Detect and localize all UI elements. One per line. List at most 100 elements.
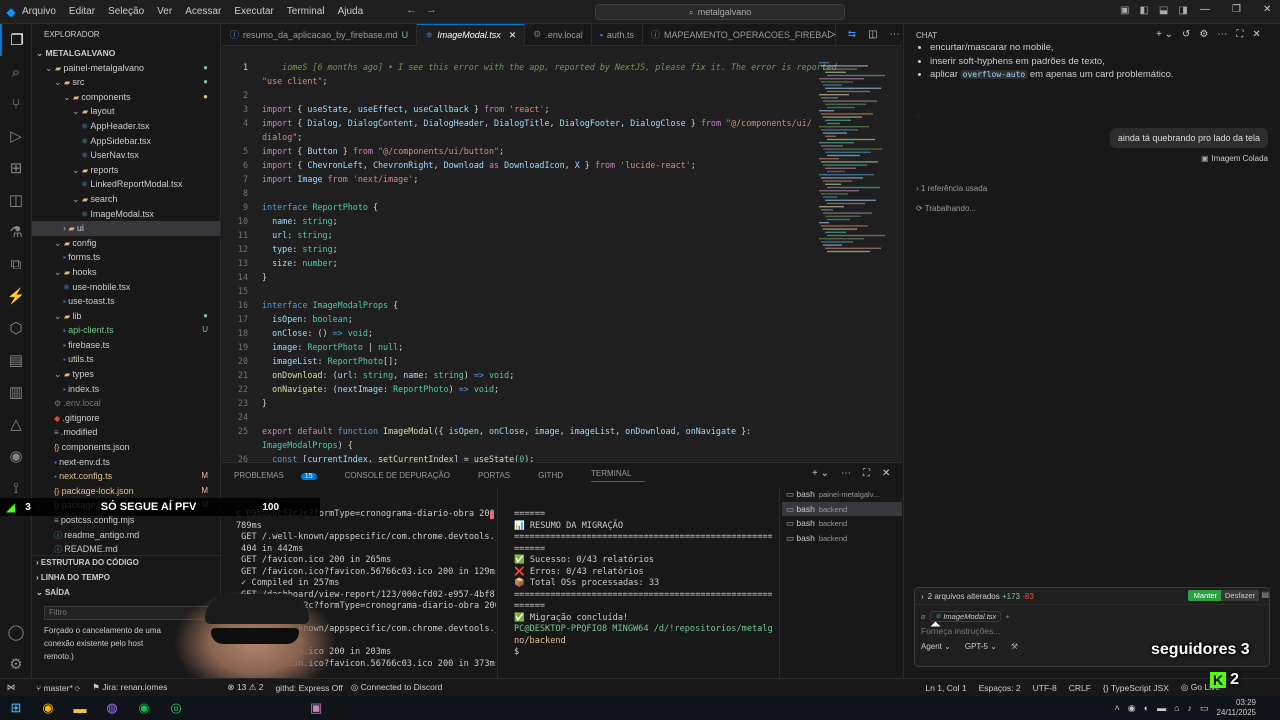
new-chat-icon[interactable]: + ⌄ xyxy=(1156,29,1173,40)
maximize-panel-icon[interactable]: ⛶ xyxy=(863,468,870,479)
workspace-root[interactable]: ⌄ METALGALVANO xyxy=(32,46,220,61)
language-mode[interactable]: {} TypeScript JSX xyxy=(1103,683,1169,693)
changed-files-bar[interactable]: › 2 arquivos alterados +173 -83 Manter De… xyxy=(915,588,1269,605)
file-item[interactable]: ⚛ use-mobile.tsx xyxy=(32,280,220,295)
branch-indicator[interactable]: ⑂ master* ⟳ xyxy=(36,683,80,693)
extensions-icon[interactable]: ⊞ xyxy=(0,152,32,184)
folder-item[interactable]: ⌄ ▰ lib ● xyxy=(32,309,220,324)
lightning-icon[interactable]: ⚡ xyxy=(0,280,32,312)
menu-item[interactable]: Acessar xyxy=(185,6,221,17)
cursor-position[interactable]: Ln 1, Col 1 xyxy=(925,683,966,693)
run-icon[interactable]: ▷ xyxy=(828,29,836,40)
panel-toggle-icon[interactable]: ⬓ xyxy=(1159,5,1168,16)
gear-icon[interactable]: ⚙ xyxy=(0,648,32,680)
folder-item[interactable]: ⌄ ▰ painel-metalgalvano ● xyxy=(32,61,220,76)
maximize-icon[interactable]: ⛶ xyxy=(1236,29,1243,40)
maximize-icon[interactable]: ❐ xyxy=(1232,4,1241,15)
references-toggle[interactable]: › 1 referência usada xyxy=(916,184,987,193)
editor-tab[interactable]: ▪ auth.ts xyxy=(592,23,643,46)
mode-dropdown[interactable]: Agent ⌄ xyxy=(921,642,951,651)
history-icon[interactable]: ↺ xyxy=(1182,29,1190,40)
tray-app-icon[interactable]: ◐ xyxy=(1144,703,1149,713)
network-icon[interactable]: ⌂ xyxy=(1174,703,1179,713)
file-item[interactable]: ◆ .gitignore xyxy=(32,411,220,426)
run-debug-icon[interactable]: ▷ xyxy=(0,120,32,152)
github-icon[interactable]: ◉ xyxy=(0,440,32,472)
file-item[interactable]: ▪ next.config.ts M xyxy=(32,469,220,484)
eol[interactable]: CRLF xyxy=(1069,683,1091,693)
menu-item[interactable]: Arquivo xyxy=(22,6,56,17)
file-item[interactable]: ▪ index.ts xyxy=(32,382,220,397)
command-center-search[interactable]: ⌕ metalgalvano xyxy=(595,4,845,20)
menu-item[interactable]: Editar xyxy=(69,6,95,17)
more-actions-icon[interactable]: ⋯ xyxy=(890,29,900,40)
account-icon[interactable]: ◯ xyxy=(0,616,32,648)
explorer-icon[interactable]: ❐ xyxy=(0,24,32,56)
database-icon[interactable]: ▤ xyxy=(0,344,32,376)
panel-tab[interactable]: TERMINAL xyxy=(591,469,646,482)
docker-icon[interactable]: ⧉ xyxy=(0,248,32,280)
encoding[interactable]: UTF-8 xyxy=(1033,683,1057,693)
windows-start-icon[interactable]: ⊞ xyxy=(0,700,32,716)
file-item[interactable]: ▪ use-toast.ts xyxy=(32,294,220,309)
folder-item[interactable]: ⌄ ▰ types xyxy=(32,367,220,382)
panel-tab[interactable]: PORTAS xyxy=(478,471,524,480)
obs-icon[interactable]: ▣ xyxy=(310,700,322,716)
file-item[interactable]: ▪ forms.ts xyxy=(32,250,220,265)
file-item[interactable]: ⚛ LinkedReportModal.tsx xyxy=(32,177,220,192)
file-item[interactable]: ⚛ ImageModal.tsx xyxy=(32,207,220,222)
testing-icon[interactable]: ⚗ xyxy=(0,216,32,248)
editor-tab[interactable]: ⓘ MAPEAMENTO_OPERACOES_FIREBA xyxy=(643,23,837,46)
folder-item[interactable]: ⌄ ▰ src ● xyxy=(32,75,220,90)
file-item[interactable]: ▪ firebase.ts xyxy=(32,338,220,353)
pipeline-icon[interactable]: △ xyxy=(0,408,32,440)
editor-tab[interactable]: ⚛ ImageModal.tsx ✕ xyxy=(417,23,526,46)
terminal-list-item[interactable]: ▭ bash backend xyxy=(782,501,902,516)
notebook-icon[interactable]: ▥ xyxy=(0,376,32,408)
terminal-right[interactable]: ====== 📊 RESUMO DA MIGRAÇÃO ==============… xyxy=(514,509,772,679)
file-item[interactable]: ⚛ AppSidebar.tsx xyxy=(32,134,220,149)
layout-icon[interactable]: ▣ xyxy=(1120,5,1129,16)
code-editor[interactable]: 1 iomeS [6 months ago] • I see this erro… xyxy=(222,60,902,462)
file-item[interactable]: {} package-lock.json M xyxy=(32,484,220,499)
folder-item[interactable]: › ▰ ui xyxy=(32,221,220,236)
menu-item[interactable]: Ajuda xyxy=(338,6,364,17)
terminal-list-item[interactable]: ▭ bash backend xyxy=(782,531,902,546)
folder-tray-icon[interactable]: ▬ xyxy=(1157,703,1166,713)
box-icon[interactable]: ⬡ xyxy=(0,312,32,344)
diff-icon[interactable]: ▤ xyxy=(1261,590,1269,599)
search-icon[interactable]: ⌕ xyxy=(0,56,32,88)
terminal-split-divider[interactable] xyxy=(497,487,498,679)
compare-icon[interactable]: ⇆ xyxy=(848,29,856,40)
menu-item[interactable]: Ver xyxy=(157,6,172,17)
panel-tab[interactable]: CONSOLE DE DEPURAÇÃO xyxy=(345,471,464,480)
file-item[interactable]: ⚛ UserNav.tsx xyxy=(32,148,220,163)
feedback-icon[interactable]: ◌ xyxy=(916,112,921,121)
back-arrow-icon[interactable]: ← xyxy=(406,4,417,16)
file-item[interactable]: ≡ .modified xyxy=(32,425,220,440)
volume-icon[interactable]: ♪ xyxy=(1188,703,1193,713)
more-icon[interactable]: ⋯ xyxy=(841,468,851,479)
folder-item[interactable]: ⌄ ▰ config xyxy=(32,236,220,251)
add-context-icon[interactable]: + xyxy=(1005,612,1009,621)
menu-item[interactable]: Terminal xyxy=(287,6,325,17)
app-icon[interactable]: ◍ xyxy=(96,700,128,716)
terminal-list-item[interactable]: ▭ bash backend xyxy=(782,516,902,531)
attachment-chip[interactable]: ▣ Imagem Colada xyxy=(1201,154,1268,163)
folder-item[interactable]: ⌄ ▰ components ● xyxy=(32,90,220,105)
discord-tray-icon[interactable]: ◉ xyxy=(1128,703,1136,714)
split-editor-icon[interactable]: ◫ xyxy=(868,29,877,40)
model-dropdown[interactable]: GPT-5 ⌄ xyxy=(965,642,997,651)
whatsapp-icon[interactable]: ◎ xyxy=(160,700,192,716)
file-item[interactable]: {} components.json xyxy=(32,440,220,455)
minimap[interactable] xyxy=(815,60,895,260)
jira-indicator[interactable]: ⚑ Jira: renan.iomes xyxy=(92,682,167,693)
clock[interactable]: 03:29 24/11/2025 xyxy=(1217,698,1256,718)
chrome-icon[interactable]: ◉ xyxy=(32,700,64,716)
chat-input[interactable]: Forneça instruções... xyxy=(915,624,1269,638)
tray-chevron-icon[interactable]: ˄ xyxy=(1115,703,1120,713)
githd-indicator[interactable]: githd: Express Off xyxy=(275,683,342,693)
close-icon[interactable]: ✕ xyxy=(1252,29,1260,40)
panel-tab[interactable]: GITHD xyxy=(538,471,577,480)
forward-arrow-icon[interactable]: → xyxy=(426,4,437,16)
